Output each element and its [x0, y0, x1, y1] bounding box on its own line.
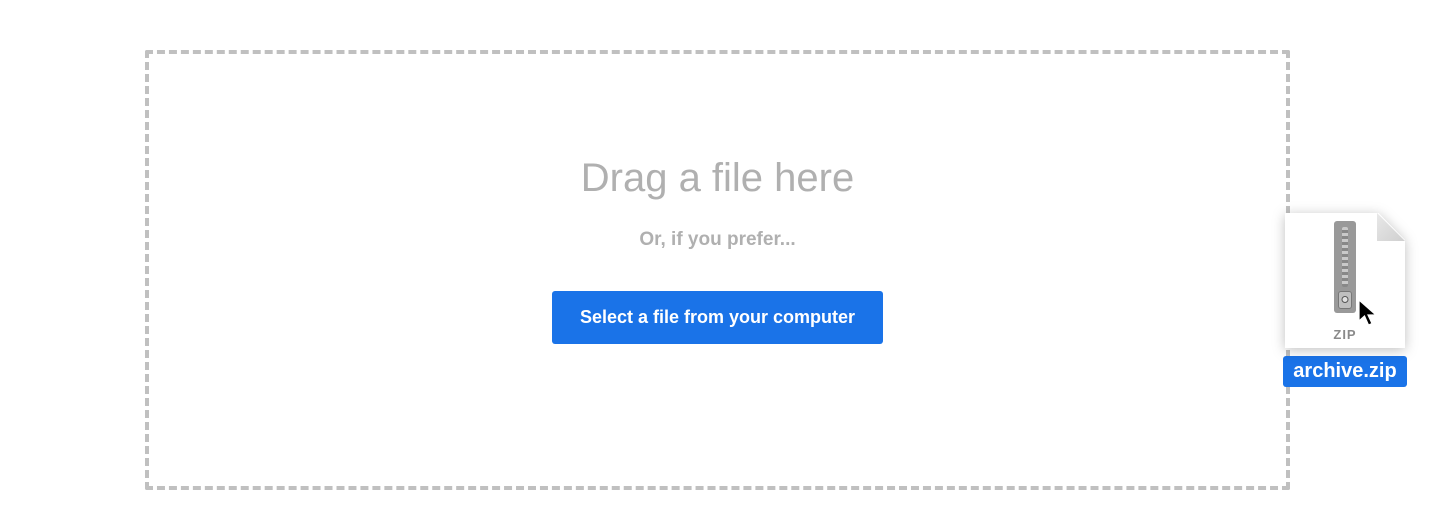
dragged-file[interactable]: ZIP archive.zip	[1270, 213, 1420, 387]
file-extension-label: ZIP	[1333, 327, 1356, 342]
dragged-file-name: archive.zip	[1283, 356, 1406, 387]
file-dropzone[interactable]: Drag a file here Or, if you prefer... Se…	[145, 50, 1290, 490]
dropzone-subtext: Or, if you prefer...	[639, 229, 795, 251]
zip-file-icon: ZIP	[1285, 213, 1405, 348]
select-file-button[interactable]: Select a file from your computer	[552, 291, 883, 344]
dropzone-heading: Drag a file here	[581, 156, 854, 201]
